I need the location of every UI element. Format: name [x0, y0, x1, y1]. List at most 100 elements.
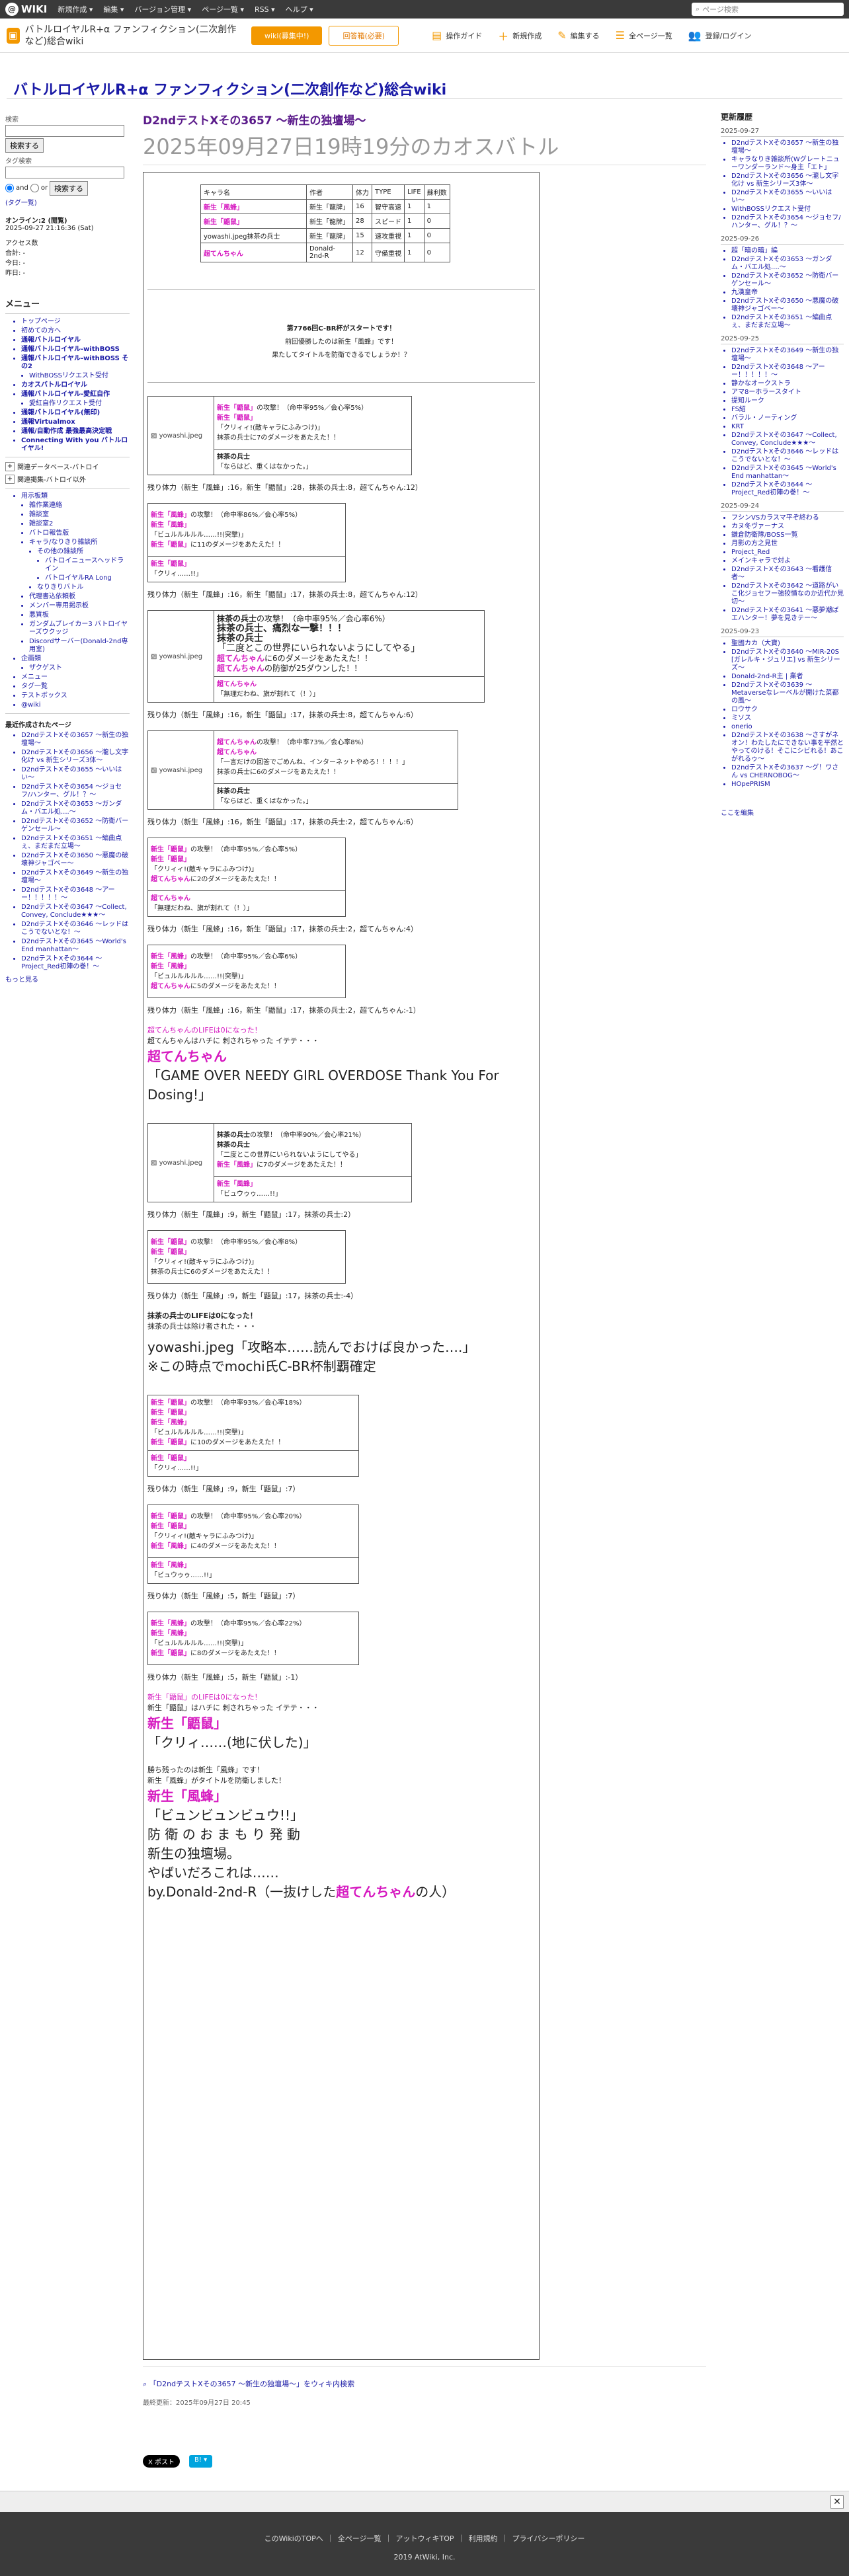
history-item[interactable]: onerio [731, 723, 844, 731]
history-item[interactable]: 超「暗の暗」編 [731, 247, 844, 255]
sub-item[interactable]: 雑作業連絡 [29, 502, 130, 510]
history-item[interactable]: D2ndテストXその3640 〜MIR-20S [ガレルキ・ジュリエ] vs 新… [731, 648, 844, 672]
history-item[interactable]: D2ndテストXその3637 〜グ！ワさん vs CHERNOBOG〜 [731, 764, 844, 780]
edit-button[interactable]: ✎ 編集する [557, 29, 599, 42]
sub-item[interactable]: メンバー専用掲示板 [29, 602, 130, 610]
history-item[interactable]: Project_Red [731, 549, 844, 557]
sub-item[interactable]: メニュー [21, 674, 130, 682]
recent-item[interactable]: D2ndテストXその3654 〜ジョセフ/ハンター、グル！？〜 [21, 783, 130, 799]
atwiki-logo[interactable]: @ WIKI [5, 3, 47, 16]
recent-item[interactable]: D2ndテストXその3647 〜Collect, Convey, Conclud… [21, 904, 130, 919]
sub-item[interactable]: Discordサーバー(Donald-2nd専用室) [29, 638, 130, 654]
history-item[interactable]: D2ndテストXその3656 〜瀧し文字化け vs 新生シリーズ3体〜 [731, 173, 844, 188]
menu-item[interactable]: 通報/自動作成 最強最高決定戦 [21, 428, 130, 436]
history-item[interactable]: D2ndテストXその3647 〜Collect, Convey, Conclud… [731, 432, 844, 448]
hatena-button[interactable]: B! ▾ [189, 2455, 213, 2468]
sub-item[interactable]: バトロ報告版 [29, 529, 130, 537]
menu-item[interactable]: 通報Virtualmox [21, 418, 130, 426]
sub-item[interactable]: 悪質板 [29, 611, 130, 619]
wiki-search-input[interactable] [5, 125, 124, 137]
wiki-recruit-button[interactable]: wiki(募集中!) [251, 26, 323, 45]
history-item[interactable]: D2ndテストXその3641 〜悪夢潮ばエハンター！夢を見きテー〜 [731, 607, 844, 623]
menu-item[interactable]: 初めての方へ [21, 327, 130, 335]
history-item[interactable]: D2ndテストXその3639 〜Metaverseなレーベルが開けた菜都の風〜 [731, 682, 844, 705]
answer-box-button[interactable]: 回答箱(必要) [329, 25, 399, 46]
menu-item[interactable]: 通報バトルロイヤル(無印) [21, 409, 130, 417]
history-item[interactable]: D2ndテストXその3638 〜さすがネオン！わたしたにできない事を平然とやって… [731, 732, 844, 763]
history-item[interactable]: Donald-2nd-R主 | 業者 [731, 673, 844, 681]
search-button[interactable]: 検索する [5, 138, 44, 153]
history-item[interactable]: アマ8ーホラースタイト [731, 389, 844, 397]
recent-item[interactable]: D2ndテストXその3646 〜レッドはこうでないとな！〜 [21, 921, 130, 937]
history-item[interactable]: フシンVSカラスマ平ぞ終わる [731, 514, 844, 522]
sub-item[interactable]: 企画類 [21, 655, 130, 663]
recent-item[interactable]: D2ndテストXその3657 〜新生の独壇場〜 [21, 732, 130, 748]
history-item[interactable]: D2ndテストXその3651 〜編曲点ぇ、まだまだ立場〜 [731, 314, 844, 330]
tag-list-link[interactable]: (タグ一覧) [5, 197, 130, 207]
menu-edit[interactable]: 編集 ▾ [103, 4, 124, 15]
menu-item[interactable]: トップページ [21, 318, 130, 326]
history-item[interactable]: D2ndテストXその3648 〜アーー！！！！！〜 [731, 364, 844, 379]
guide-button[interactable]: ▤ 操作ガイド [432, 29, 482, 42]
history-item[interactable]: 聖國カカ（大寶) [731, 640, 844, 648]
menu-help[interactable]: ヘルプ ▾ [286, 4, 313, 15]
history-item[interactable]: D2ndテストXその3653 〜ガンダム・バエル処....〜 [731, 256, 844, 272]
sub-item[interactable]: なりきりバトル [37, 584, 130, 592]
sub-item[interactable]: テストボックス [21, 692, 130, 700]
sub-item[interactable]: 用示板類 [21, 492, 130, 500]
history-item[interactable]: 月影の方之見世 [731, 540, 844, 548]
history-item[interactable]: D2ndテストXその3654 〜ジョセフ/ハンター、グル！？〜 [731, 214, 844, 230]
tweet-button[interactable]: X ポスト [143, 2455, 181, 2468]
page-search-input[interactable]: ⌕ ページ検索 [692, 3, 844, 16]
recent-item[interactable]: D2ndテストXその3653 〜ガンダム・バエル処....〜 [21, 800, 130, 816]
more-link[interactable]: もっと見る [5, 974, 130, 984]
history-item[interactable]: カヌ冬ヴァーナス [731, 523, 844, 531]
sub-item[interactable]: 雑談室 [29, 511, 130, 519]
sub-item[interactable]: 雑談室2 [29, 520, 130, 528]
sub-item[interactable]: ザクゲスト [29, 664, 130, 672]
tag-search-button[interactable]: 検索する [50, 181, 89, 196]
sub-item[interactable]: ガンダムブレイカー3 バトロイヤーズウクッジ [29, 621, 130, 637]
wiki-name[interactable]: ▣ バトルロイヤルR+α ファンフィクション(二次創作など)総合wiki [7, 24, 245, 48]
login-button[interactable]: 👥 登録/ログイン [688, 29, 752, 42]
menu-item[interactable]: 通報バトルロイヤル-withBOSS その2 [21, 355, 130, 371]
site-title[interactable]: バトルロイヤルR+α ファンフィクション(二次創作など)総合wiki [13, 78, 446, 99]
recent-item[interactable]: D2ndテストXその3651 〜編曲点ぇ、まだまだ立場〜 [21, 835, 130, 851]
history-item[interactable]: D2ndテストXその3646 〜レッドはこうでないとな！〜 [731, 448, 844, 464]
all-pages-button[interactable]: ☰ 全ページ一覧 [616, 29, 672, 42]
footer-links[interactable]: このWikiのTOPへ ｜ 全ページ一覧 ｜ アットウィキTOP ｜ 利用規約 … [0, 2533, 849, 2544]
menu-item[interactable]: 通報バトルロイヤル [21, 336, 130, 344]
menu-rss[interactable]: RSS ▾ [255, 5, 275, 14]
history-item[interactable]: D2ndテストXその3643 〜看護信者〜 [731, 566, 844, 582]
recent-item[interactable]: D2ndテストXその3656 〜瀧し文字化け vs 新生シリーズ3体〜 [21, 749, 130, 765]
sub-item[interactable]: キャラ/なりきり雑談所 [29, 539, 130, 547]
history-item[interactable]: FS紹 [731, 406, 844, 414]
history-item[interactable]: 提知ルーク [731, 397, 844, 405]
sub-item[interactable]: タグ一覧 [21, 683, 130, 691]
history-item[interactable]: D2ndテストXその3655 〜いいはい〜 [731, 189, 844, 205]
recent-item[interactable]: D2ndテストXその3648 〜アーー！！！！！〜 [21, 886, 130, 902]
history-item[interactable]: 静かなオークストラ [731, 380, 844, 388]
menu-pages[interactable]: ページ一覧 ▾ [202, 4, 244, 15]
or-radio[interactable] [30, 183, 39, 192]
menu-item[interactable]: 通報バトルロイヤル-withBOSS [21, 346, 130, 354]
history-item[interactable]: D2ndテストXその3657 〜新生の独壇場〜 [731, 139, 844, 155]
collapse-db[interactable]: + 関連データベース-バトロイ [5, 461, 130, 471]
history-item[interactable]: 鎌倉防衛隊/BOSS一覧 [731, 531, 844, 539]
new-page-button[interactable]: ＋新規作成 [498, 28, 542, 44]
menu-item[interactable]: 愛紅自作リクエスト受付 [29, 400, 130, 408]
history-item[interactable]: HOpePRISM [731, 781, 844, 789]
menu-item[interactable]: WithBOSSリクエスト受付 [29, 372, 130, 380]
sub-item[interactable]: @wiki [21, 701, 130, 709]
history-item[interactable]: D2ndテストXその3649 〜新生の独壇場〜 [731, 347, 844, 363]
recent-item[interactable]: D2ndテストXその3650 〜悪魔の破壊神ジャゴベー〜 [21, 852, 130, 868]
menu-version[interactable]: バージョン管理 ▾ [134, 4, 191, 15]
history-item[interactable]: KRT [731, 423, 844, 431]
history-item[interactable]: キャラなりき雑談所(Wグレートニューワンダーランド〜身主「エト」 [731, 156, 844, 172]
history-item[interactable]: 九漢皇帝 [731, 289, 844, 297]
history-item[interactable]: D2ndテストXその3644 〜Project_Red初陣の巻！〜 [731, 481, 844, 497]
sub-item[interactable]: その他の雑談所 [37, 548, 130, 556]
history-item[interactable]: D2ndテストXその3645 〜World's End manhattan〜 [731, 465, 844, 481]
collapse-other[interactable]: + 関連掲集-バトロイ以外 [5, 474, 130, 484]
and-radio[interactable] [5, 183, 14, 192]
